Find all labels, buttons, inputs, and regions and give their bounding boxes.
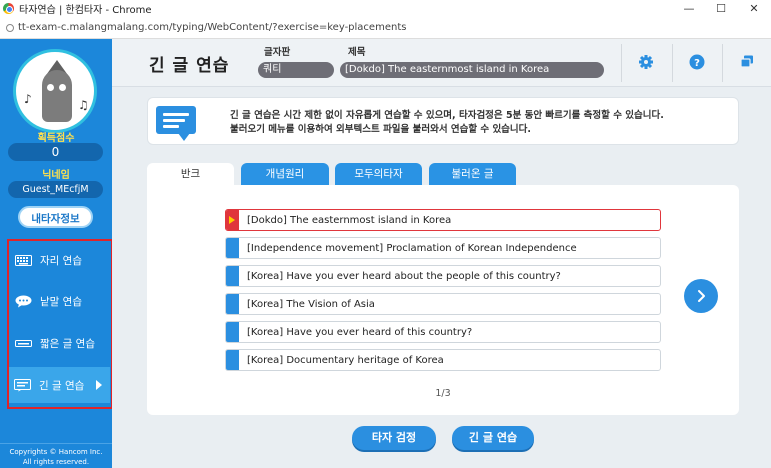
menu-item-key-placement[interactable]: 자리 연습 — [10, 242, 110, 278]
menu-item-short-text[interactable]: 짧은 글 연습 — [10, 325, 110, 361]
text-list-panel: [Dokdo] The easternmost island in Korea … — [147, 185, 739, 415]
window-titlebar: 타자연습 | 한컴타자 - Chrome — ☐ ✕ — [0, 0, 771, 17]
speech-bubble-icon — [156, 106, 196, 141]
tab-concept-principle[interactable]: 개념원리 — [241, 163, 329, 185]
list-marker — [226, 294, 239, 314]
divider — [621, 44, 622, 82]
list-item-label: [Korea] Documentary heritage of Korea — [247, 354, 444, 366]
tab-vank[interactable]: 반크 — [147, 163, 234, 185]
address-bar[interactable]: tt-exam-c.malangmalang.com/typing/WebCon… — [0, 17, 771, 39]
chevron-right-icon — [96, 380, 102, 390]
short-text-icon — [14, 337, 33, 350]
my-typing-info-button[interactable]: 내타자정보 — [18, 206, 93, 228]
window-icon[interactable] — [739, 54, 755, 70]
notice-line-1: 긴 글 연습은 시간 제한 없이 자유롭게 연습할 수 있으며, 타자검정은 5… — [230, 110, 664, 121]
list-item[interactable]: [Korea] Documentary heritage of Korea — [225, 349, 661, 371]
list-marker — [226, 238, 239, 258]
list-item-label: [Korea] Have you ever heard about the pe… — [247, 270, 561, 282]
copyright: Copyrights © Hancom Inc. All rights rese… — [0, 443, 112, 467]
tab-everyones-typing[interactable]: 모두의타자 — [335, 163, 422, 185]
maximize-icon[interactable]: ☐ — [704, 0, 738, 17]
list-marker — [226, 322, 239, 342]
score-label: 획득점수 — [37, 133, 75, 144]
nickname-label: 닉네임 — [42, 170, 70, 181]
list-item[interactable]: [Korea] Have you ever heard about the pe… — [225, 265, 661, 287]
music-note-icon: ♫ — [78, 98, 89, 112]
close-icon[interactable]: ✕ — [737, 0, 771, 17]
layout-value: 쿼티 — [258, 62, 334, 78]
list-item[interactable]: [Dokdo] The easternmost island in Korea — [225, 209, 661, 231]
selected-arrow-icon — [226, 210, 239, 230]
music-note-icon: ♪ — [24, 92, 32, 106]
info-icon[interactable] — [6, 23, 14, 32]
list-item-label: [Independence movement] Proclamation of … — [247, 242, 577, 254]
avatar-eye-right — [59, 84, 66, 91]
long-text-icon — [13, 378, 32, 392]
list-marker — [226, 266, 239, 286]
next-page-button[interactable] — [684, 279, 718, 313]
score-value: 0 — [8, 143, 103, 161]
divider — [722, 44, 723, 82]
typing-test-button[interactable]: 타자 검정 — [352, 426, 436, 450]
minimize-icon[interactable]: — — [672, 0, 706, 17]
menu-item-label: 자리 연습 — [40, 254, 82, 267]
list-item-label: [Korea] The Vision of Asia — [247, 298, 375, 310]
list-item[interactable]: [Korea] The Vision of Asia — [225, 293, 661, 315]
menu-item-label: 긴 글 연습 — [39, 379, 85, 392]
copyright-line-1: Copyrights © Hancom Inc. — [9, 448, 103, 456]
list-marker — [226, 350, 239, 370]
notice-text: 긴 글 연습은 시간 제한 없이 자유롭게 연습할 수 있으며, 타자검정은 5… — [230, 109, 664, 137]
list-item[interactable]: [Independence movement] Proclamation of … — [225, 237, 661, 259]
subject-label: 제목 — [348, 47, 366, 58]
url-text: tt-exam-c.malangmalang.com/typing/WebCon… — [18, 22, 407, 33]
menu-item-label: 낱말 연습 — [40, 295, 82, 308]
chrome-icon — [3, 3, 14, 14]
menu-item-word-practice[interactable]: 낱말 연습 — [10, 283, 110, 319]
window-title: 타자연습 | 한컴타자 - Chrome — [19, 5, 152, 16]
menu-item-long-text[interactable]: 긴 글 연습 — [9, 367, 110, 403]
tab-loaded-text[interactable]: 불러온 글 — [429, 163, 516, 185]
main-content: 긴 글 연습 글자판 쿼티 제목 [Dokdo] The easternmost… — [112, 39, 771, 468]
list-item[interactable]: [Korea] Have you ever heard of this coun… — [225, 321, 661, 343]
avatar-body — [42, 70, 72, 122]
svg-text:?: ? — [694, 58, 700, 69]
notice-line-2: 불러오기 메뉴를 이용하여 외부텍스트 파일을 불러와서 연습할 수 있습니다. — [230, 124, 532, 135]
menu-item-label: 짧은 글 연습 — [40, 337, 95, 350]
long-text-practice-button[interactable]: 긴 글 연습 — [452, 426, 534, 450]
notice-box: 긴 글 연습은 시간 제한 없이 자유롭게 연습할 수 있으며, 타자검정은 5… — [147, 97, 739, 145]
help-icon[interactable]: ? — [689, 54, 705, 70]
sidebar: ♪ ♫ 획득점수 0 닉네임 Guest_MEcfjM 내타자정보 자리 연습 … — [0, 39, 113, 468]
list-item-label: [Korea] Have you ever heard of this coun… — [247, 326, 473, 338]
subject-value: [Dokdo] The easternmost island in Korea — [340, 62, 604, 78]
header: 긴 글 연습 글자판 쿼티 제목 [Dokdo] The easternmost… — [112, 39, 771, 87]
nickname-value: Guest_MEcfjM — [8, 181, 103, 198]
list-item-label: [Dokdo] The easternmost island in Korea — [247, 214, 452, 226]
avatar: ♪ ♫ — [13, 49, 97, 133]
speech-bubble-icon — [14, 295, 33, 308]
layout-label: 글자판 — [264, 47, 291, 58]
page-title: 긴 글 연습 — [149, 56, 230, 76]
divider — [672, 44, 673, 82]
chevron-right-icon — [698, 290, 705, 302]
keyboard-icon — [14, 254, 33, 267]
avatar-eye-left — [47, 84, 54, 91]
copyright-line-2: All rights reserved. — [22, 458, 90, 466]
settings-icon[interactable] — [638, 54, 654, 70]
page-indicator: 1/3 — [435, 388, 451, 399]
